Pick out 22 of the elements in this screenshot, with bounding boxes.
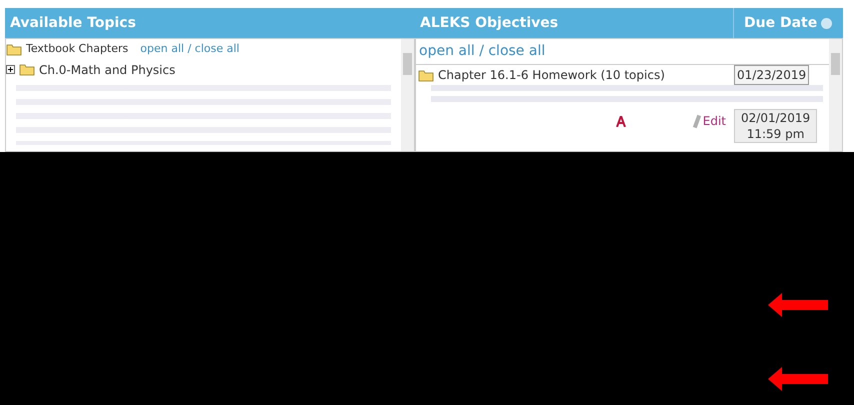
scrollbar[interactable] (829, 39, 842, 151)
a-icon (616, 116, 626, 126)
arrow-icon (768, 293, 828, 317)
info-icon (821, 18, 832, 28)
due-time: 11:59 pm (746, 126, 806, 142)
edit-link[interactable]: Edit (702, 112, 726, 130)
folder-icon (6, 42, 22, 56)
tree-item[interactable]: Ch.0-Math and Physics (39, 60, 176, 78)
scrollbar[interactable] (401, 39, 414, 151)
arrow-icon (768, 367, 828, 391)
tree-root-label: Textbook Chapters (26, 41, 128, 57)
open-close-all-link[interactable]: open all / close all (140, 41, 240, 58)
due-date: 02/01/2019 (741, 110, 810, 126)
objective-label[interactable]: Chapter 16.1-6 Homework (10 topics) (438, 66, 665, 84)
folder-icon (418, 68, 434, 82)
date-field[interactable]: 01/23/2019 (734, 65, 810, 85)
pencil-icon (692, 114, 701, 128)
expand-icon[interactable] (6, 65, 15, 74)
column-header: Available Topics (9, 14, 137, 32)
folder-icon (19, 63, 35, 76)
column-header: Due Date (744, 14, 818, 32)
column-header: ALEKS Objectives (419, 14, 560, 32)
